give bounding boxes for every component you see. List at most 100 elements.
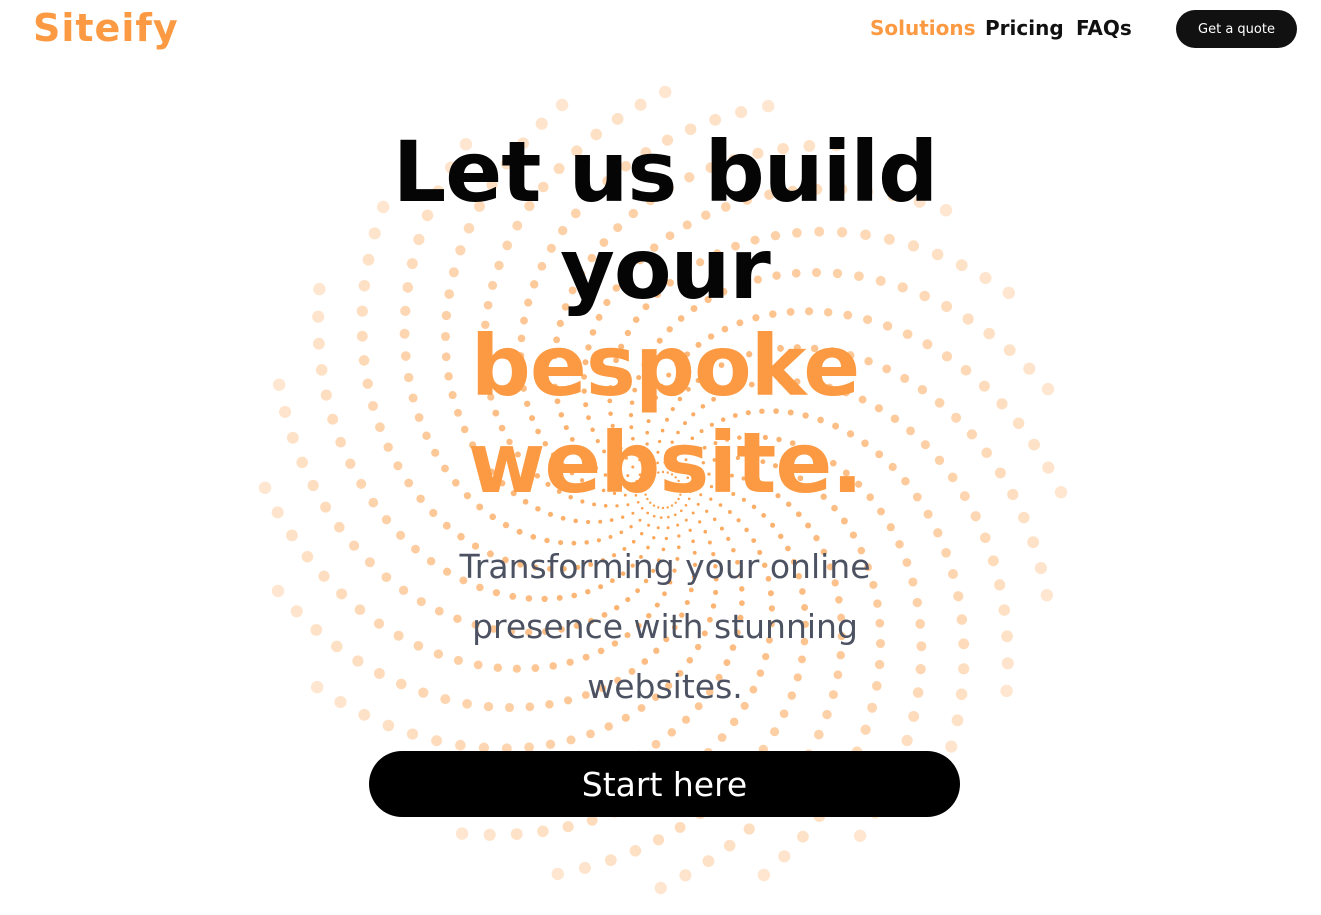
- siteify-logo[interactable]: Siteify: [33, 4, 179, 52]
- spiral-dot: [313, 337, 325, 350]
- spiral-dot: [551, 867, 564, 881]
- spiral-dot: [455, 739, 466, 751]
- spiral-dot: [555, 98, 569, 112]
- spiral-dot: [442, 521, 451, 530]
- nav-link-solutions[interactable]: Solutions: [870, 12, 976, 44]
- spiral-dot: [770, 727, 780, 737]
- spiral-dot: [743, 823, 755, 835]
- spiral-dot: [489, 513, 497, 521]
- spiral-dot: [652, 834, 665, 846]
- spiral-dot: [915, 663, 926, 675]
- spiral-dot: [604, 722, 613, 731]
- spiral-dot: [712, 517, 717, 522]
- spiral-dot: [666, 526, 670, 530]
- nav-link-pricing[interactable]: Pricing: [985, 12, 1064, 44]
- spiral-dot: [667, 515, 670, 519]
- spiral-dot: [1054, 486, 1068, 499]
- spiral-dot: [327, 413, 339, 425]
- spiral-dot: [310, 624, 323, 636]
- nav-link-faqs[interactable]: FAQs: [1076, 12, 1132, 44]
- hero-subtitle: Transforming your online presence with s…: [459, 547, 871, 706]
- spiral-dot: [679, 869, 692, 882]
- spiral-dot: [578, 861, 591, 874]
- spiral-dot: [994, 467, 1006, 479]
- spiral-dot: [978, 380, 990, 392]
- spiral-dot: [406, 728, 419, 740]
- spiral-dot: [719, 526, 724, 531]
- spiral-dot: [770, 522, 776, 528]
- spiral-dot: [547, 511, 554, 517]
- spiral-dot: [352, 655, 364, 667]
- spiral-dot: [886, 523, 895, 532]
- spiral-dot: [652, 514, 656, 518]
- start-here-button[interactable]: Start here: [369, 751, 960, 817]
- spiral-dot: [279, 405, 292, 418]
- spiral-dot: [996, 398, 1008, 410]
- spiral-dot: [912, 597, 922, 608]
- spiral-dot: [761, 512, 767, 518]
- spiral-dot: [970, 511, 981, 522]
- spiral-dot: [1042, 461, 1055, 474]
- spiral-dot: [621, 515, 625, 519]
- spiral-dot: [373, 618, 385, 629]
- spiral-dot: [290, 605, 303, 618]
- spiral-dot: [258, 481, 272, 494]
- spiral-dot: [805, 522, 812, 529]
- spiral-dot: [545, 739, 556, 749]
- spiral-dot: [562, 821, 574, 833]
- spiral-dot: [629, 525, 633, 529]
- spiral-dot: [762, 99, 775, 113]
- spiral-dot: [659, 85, 672, 99]
- spiral-dot: [272, 378, 286, 391]
- spiral-dot: [915, 619, 926, 629]
- spiral-dot: [702, 855, 715, 867]
- spiral-dot: [331, 640, 343, 653]
- spiral-dot: [348, 540, 360, 551]
- spiral-dot: [398, 585, 409, 595]
- spiral-dot: [1002, 286, 1015, 300]
- spiral-dot: [651, 739, 661, 749]
- spiral-dot: [560, 515, 566, 521]
- hero-title-line-1: Let us build: [392, 123, 939, 221]
- spiral-dot: [598, 519, 603, 524]
- spiral-dot: [640, 532, 644, 536]
- spiral-dot: [364, 557, 375, 568]
- spiral-dot: [698, 520, 702, 524]
- spiral-dot: [723, 839, 736, 852]
- spiral-dot: [609, 518, 614, 522]
- spiral-dot: [396, 678, 407, 690]
- spiral-dot: [912, 687, 924, 698]
- spiral-dot: [286, 431, 299, 444]
- hero-title-accent-line-2: website.: [467, 414, 864, 512]
- spiral-dot: [778, 850, 791, 863]
- spiral-dot: [381, 572, 392, 583]
- spiral-dot: [684, 518, 688, 522]
- spiral-dot: [941, 547, 951, 558]
- spiral-dot: [998, 604, 1011, 616]
- spiral-dot: [483, 828, 496, 841]
- spiral-dot: [631, 511, 635, 515]
- spiral-dot: [320, 389, 332, 401]
- spiral-dot: [455, 827, 469, 840]
- spiral-dot: [667, 728, 677, 737]
- spiral-dot: [994, 579, 1006, 591]
- spiral-dot: [586, 729, 595, 739]
- spiral-dot: [358, 708, 371, 721]
- spiral-dot: [956, 614, 968, 625]
- spiral-dot: [980, 532, 991, 544]
- spiral-dot: [901, 734, 913, 747]
- spiral-dot: [502, 521, 510, 529]
- get-a-quote-button[interactable]: Get a quote: [1176, 10, 1297, 48]
- spiral-dot: [296, 456, 308, 469]
- spiral-dot: [313, 282, 326, 296]
- spiral-dot: [334, 695, 347, 709]
- spiral-dot: [1000, 684, 1013, 698]
- spiral-dot: [573, 518, 578, 524]
- spiral-dot: [853, 829, 867, 842]
- spiral-dot: [634, 98, 647, 111]
- spiral-dot: [312, 310, 325, 323]
- spiral-dot: [619, 530, 624, 535]
- spiral-dot: [1003, 344, 1016, 356]
- spiral-dot: [673, 513, 677, 517]
- spiral-dot: [647, 523, 651, 527]
